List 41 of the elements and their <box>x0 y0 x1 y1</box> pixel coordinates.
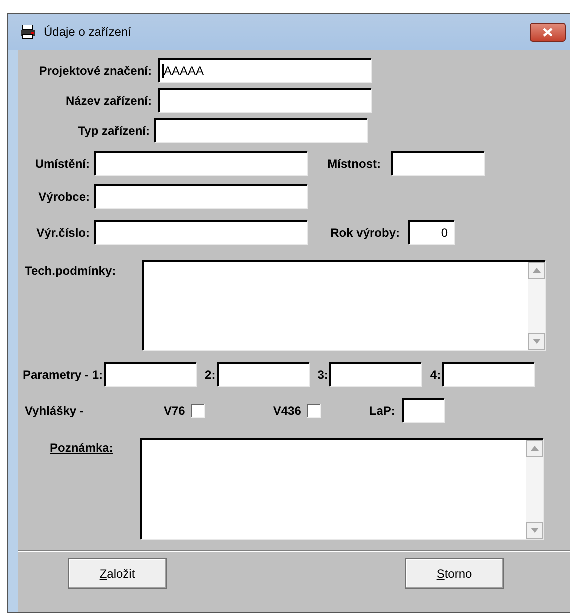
field-label: 4: <box>430 366 442 384</box>
field-label: Typ zařízení: <box>77 122 151 140</box>
printer-icon <box>20 25 36 39</box>
close-icon <box>543 28 553 36</box>
field-label: Rok výroby: <box>330 224 401 242</box>
input-field[interactable] <box>94 220 308 245</box>
dialog-button[interactable]: Založit <box>68 558 167 589</box>
input-field[interactable] <box>104 362 198 387</box>
field-label: Výrobce: <box>38 188 91 206</box>
field-label: 3: <box>318 366 330 384</box>
field-label: V76 <box>164 402 186 420</box>
field-label: Projektové značení: <box>38 62 153 80</box>
input-field[interactable] <box>216 362 310 387</box>
input-field[interactable]: AAAAA <box>158 58 372 83</box>
field-label: Tech.podmínky: <box>24 263 118 280</box>
input-field[interactable] <box>329 362 422 387</box>
input-field[interactable] <box>402 398 446 423</box>
text-area[interactable] <box>142 260 546 351</box>
field-label: V436 <box>273 402 302 420</box>
text-area[interactable] <box>140 438 544 540</box>
input-field[interactable] <box>94 151 308 176</box>
input-field[interactable] <box>158 88 372 113</box>
field-label: Výr.číslo: <box>36 224 91 242</box>
field-label: Vyhlášky - <box>24 402 85 420</box>
window-title: Údaje o zařízení <box>44 24 132 41</box>
input-field[interactable] <box>154 118 368 143</box>
dialog-button[interactable]: Storno <box>405 558 504 589</box>
field-label: 2: <box>205 366 217 384</box>
input-field[interactable] <box>94 184 308 209</box>
input-field[interactable] <box>391 151 485 176</box>
field-label: Poznámka: <box>49 440 114 457</box>
input-field[interactable]: 0 <box>408 220 455 245</box>
checkbox[interactable] <box>191 404 206 418</box>
field-label: Parametry - 1: <box>23 366 104 384</box>
field-label: Název zařízení: <box>64 92 153 110</box>
field-label: Umístění: <box>34 156 91 172</box>
checkbox[interactable] <box>307 404 322 418</box>
field-label: LaP: <box>369 402 396 420</box>
close-button[interactable] <box>530 22 566 42</box>
input-field[interactable] <box>442 362 536 387</box>
field-label: Místnost: <box>326 156 382 172</box>
